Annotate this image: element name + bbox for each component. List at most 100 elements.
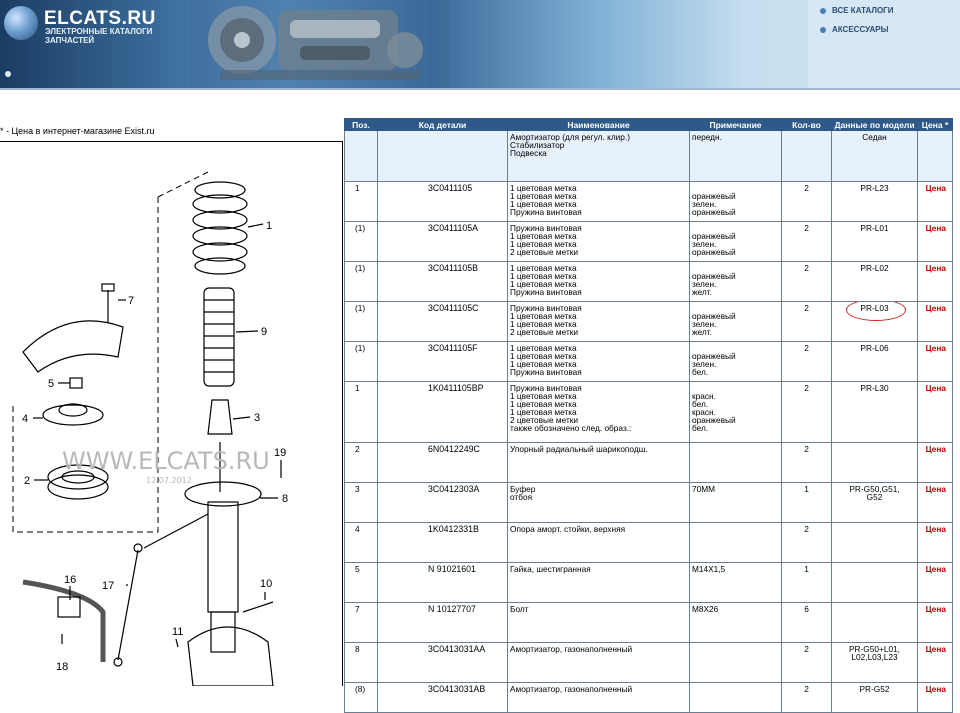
col-header-price: Цена *: [917, 118, 953, 131]
price-link[interactable]: Цена: [917, 221, 953, 262]
model-data-line: [834, 525, 915, 533]
part-number-cell[interactable]: 1K0411105BP: [377, 381, 508, 443]
model-data-line: PR-L23: [860, 183, 889, 193]
parts-table: Поз. Код детали Наименование Примечание …: [344, 118, 953, 713]
note-cell: оранжевый зелен. желт.: [689, 301, 782, 342]
part-number-cell[interactable]: 3C0411105F: [377, 341, 508, 382]
part-name-cell: Упорный радиальный шарикоподш.: [507, 442, 690, 483]
price-link[interactable]: Цена: [917, 301, 953, 342]
table-header-row: Поз. Код детали Наименование Примечание …: [344, 118, 953, 131]
part-name-cell: Амортизатор, газонаполненный: [507, 642, 690, 683]
note-cell: оранжевый зелен. оранжевый: [689, 221, 782, 262]
part-name-cell: Опора аморт. стойки, верхняя: [507, 522, 690, 563]
price-link[interactable]: Цена: [917, 642, 953, 683]
part-number-cell[interactable]: 3C0411105C: [377, 301, 508, 342]
note-cell: 70MM: [689, 482, 782, 523]
qty-cell: 2: [781, 522, 832, 563]
note-line: [692, 525, 779, 533]
model-data-line: PR-L30: [860, 383, 889, 393]
note-cell: [689, 522, 782, 563]
price-link[interactable]: Цена: [917, 381, 953, 443]
model-data-cell: PR-L06: [831, 341, 918, 382]
callout-18: 18: [56, 661, 68, 673]
part-number-cell[interactable]: 3C0412303A: [377, 482, 508, 523]
note-line: 70MM: [692, 484, 716, 494]
price-link[interactable]: Цена: [917, 181, 953, 222]
part-name-cell: 1 цветовая метка 1 цветовая метка 1 цветов…: [507, 181, 690, 222]
part-number-cell[interactable]: 3C0411105B: [377, 261, 508, 302]
table-row: 8 3C0413031AA Амортизатор, газонаполненный…: [344, 642, 953, 683]
part-number-cell[interactable]: 3C0411105: [377, 181, 508, 222]
price-link[interactable]: Цена: [917, 562, 953, 603]
qty-cell: 2: [781, 682, 832, 713]
table-row: 1 1K0411105BP Пружина винтовая 1 цветовая м…: [344, 381, 953, 443]
part-name-line: Амортизатор, газонаполненный: [510, 644, 633, 654]
pos-cell: 1: [344, 381, 378, 443]
note-cell: [689, 682, 782, 713]
part-number-cell[interactable]: 1K0412331B: [377, 522, 508, 563]
part-name-cell: Буфер отбоя: [507, 482, 690, 523]
part-name-cell: Пружина винтовая 1 цветовая метка 1 цветов…: [507, 221, 690, 262]
price-link[interactable]: Цена: [917, 602, 953, 643]
pos-cell: 3: [344, 482, 378, 523]
globe-logo-icon[interactable]: [4, 6, 38, 40]
pos-cell: (8): [344, 682, 378, 713]
col-header-note: Примечание: [689, 118, 782, 131]
table-row: (1) 3C0411105C Пружина винтовая 1 цветовая …: [344, 301, 953, 342]
callout-3: 3: [254, 412, 260, 424]
price-link[interactable]: Цена: [917, 442, 953, 483]
model-data-line: PR-L03: [834, 302, 915, 321]
price-link[interactable]: Цена: [917, 522, 953, 563]
price-link[interactable]: Цена: [917, 482, 953, 523]
top-nav: ВСЕ КАТАЛОГИ АКСЕССУАРЫ: [808, 0, 960, 88]
header-divider: [0, 88, 960, 90]
part-number-cell[interactable]: 3C0413031AA: [377, 642, 508, 683]
part-name-cell: Пружина винтовая 1 цветовая метка 1 цветов…: [507, 301, 690, 342]
col-header-model: Данные по модели: [831, 118, 918, 131]
part-name-cell: Амортизатор, газонаполненный: [507, 682, 690, 713]
price-link[interactable]: Цена: [917, 682, 953, 713]
model-data-cell: PR-L02: [831, 261, 918, 302]
part-number-cell[interactable]: 3C0411105A: [377, 221, 508, 262]
pos-cell: 5: [344, 562, 378, 603]
suspension-exploded-diagram[interactable]: 1 9 3 7 5 4 2 19 8 17 16 10 11 18 WWW.EL…: [0, 142, 342, 686]
callout-16: 16: [64, 574, 76, 586]
model-data-cell: [831, 522, 918, 563]
part-name-line: Опора аморт. стойки, верхняя: [510, 524, 626, 534]
col-header-code: Код детали: [377, 118, 508, 131]
qty-cell: 2: [781, 442, 832, 483]
note-cell: [689, 642, 782, 683]
pos-cell: 1: [344, 181, 378, 222]
note-line: [692, 445, 779, 453]
part-number-cell[interactable]: N 10127707: [377, 602, 508, 643]
qty-cell: 2: [781, 341, 832, 382]
model-data-cell: [831, 442, 918, 483]
pos-cell: 8: [344, 642, 378, 683]
price-link[interactable]: Цена: [917, 261, 953, 302]
col-header-pos: Поз.: [344, 118, 378, 131]
part-name-cell: 1 цветовая метка 1 цветовая метка 1 цветов…: [507, 261, 690, 302]
note-line: желт.: [692, 327, 712, 338]
pos-cell: 4: [344, 522, 378, 563]
nav-accessories-link[interactable]: АКСЕССУАРЫ: [820, 25, 888, 34]
pos-cell: 7: [344, 602, 378, 643]
part-name-cell: Гайка, шестигранная: [507, 562, 690, 603]
note-cell: оранжевый зелен. желт.: [689, 261, 782, 302]
part-number-cell[interactable]: 3C0413031AB: [377, 682, 508, 713]
note-cell: оранжевый зелен. бел.: [689, 341, 782, 382]
callout-8: 8: [282, 493, 288, 505]
nav-all-catalogs-link[interactable]: ВСЕ КАТАЛОГИ: [820, 6, 893, 15]
note-line: [692, 685, 779, 693]
qty-cell: 2: [781, 301, 832, 342]
model-data-cell: PR-G50+L01, L02,L03,L23: [831, 642, 918, 683]
part-number-cell[interactable]: N 91021601: [377, 562, 508, 603]
part-name-line: Буфер: [510, 484, 536, 494]
pos-cell: (1): [344, 341, 378, 382]
part-name-cell: Болт: [507, 602, 690, 643]
note-line: оранжевый: [692, 207, 736, 218]
price-link[interactable]: Цена: [917, 341, 953, 382]
part-number-cell[interactable]: 6N0412249C: [377, 442, 508, 483]
callout-7: 7: [128, 295, 134, 307]
model-data-line: [834, 445, 915, 453]
model-data-line: PR-G52: [859, 684, 890, 694]
